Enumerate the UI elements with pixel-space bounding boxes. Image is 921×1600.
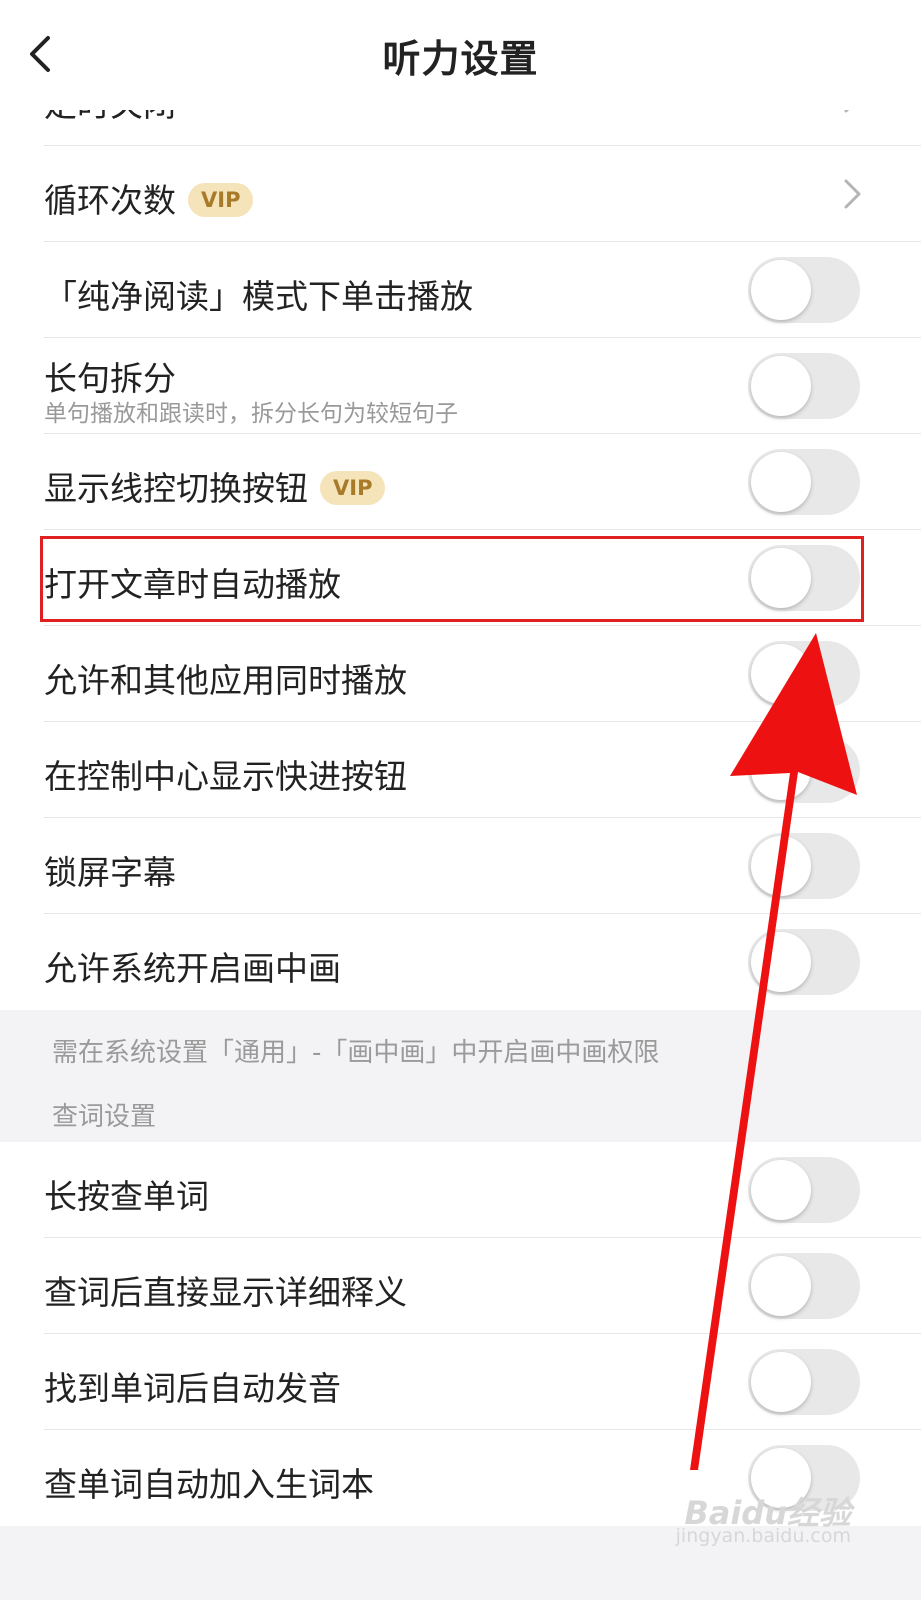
row-lockscreen-subtitles: 锁屏字幕 <box>0 818 921 914</box>
row-label: 找到单词后自动发音 <box>44 1369 341 1408</box>
row-label: 允许系统开启画中画 <box>44 949 341 988</box>
toggle-switch[interactable] <box>748 833 860 899</box>
row-label: 锁屏字幕 <box>44 853 176 892</box>
toggle-knob <box>751 452 811 512</box>
vip-badge: VIP <box>188 182 254 217</box>
row-control-center-fast-forward: 在控制中心显示快进按钮 <box>0 722 921 818</box>
toggle-switch[interactable] <box>748 1157 860 1223</box>
row-label: 在控制中心显示快进按钮 <box>44 757 407 796</box>
row-label: 查单词自动加入生词本 <box>44 1465 374 1504</box>
row-label: 循环次数 <box>44 181 176 220</box>
row-label: 「纯净阅读」模式下单击播放 <box>44 277 473 316</box>
row-label: 显示线控切换按钮 <box>44 469 308 508</box>
toggle-switch[interactable] <box>748 353 860 419</box>
row-split-long-sentence: 长句拆分 单句播放和跟读时，拆分长句为较短句子 <box>0 338 921 434</box>
toggle-knob <box>751 836 811 896</box>
toggle-knob <box>751 932 811 992</box>
section-header-lookup: 需在系统设置「通用」-「画中画」中开启画中画权限 查词设置 <box>0 1010 921 1142</box>
row-show-detailed-definition: 查词后直接显示详细释义 <box>0 1238 921 1334</box>
page-title: 听力设置 <box>382 37 539 81</box>
annotation-highlight-box <box>40 536 864 622</box>
nav-header: 听力设置 <box>0 0 921 110</box>
toggle-switch[interactable] <box>748 737 860 803</box>
toggle-knob <box>751 1256 811 1316</box>
vip-badge: VIP <box>320 470 386 505</box>
row-label: 查词后直接显示详细释义 <box>44 1273 407 1312</box>
row-allow-pip: 允许系统开启画中画 <box>0 914 921 1010</box>
toggle-switch[interactable] <box>748 449 860 515</box>
toggle-knob <box>751 356 811 416</box>
row-wire-control-switch: 显示线控切换按钮 VIP <box>0 434 921 530</box>
pip-note: 需在系统设置「通用」-「画中画」中开启画中画权限 <box>52 1038 660 1068</box>
row-pure-reading-tap-play: 「纯净阅读」模式下单击播放 <box>0 242 921 338</box>
toggle-switch[interactable] <box>748 641 860 707</box>
toggle-knob <box>751 1352 811 1412</box>
row-label: 允许和其他应用同时播放 <box>44 661 407 700</box>
row-loop-count[interactable]: 循环次数 VIP <box>0 146 921 242</box>
row-label: 长按查单词 <box>44 1177 209 1216</box>
toggle-switch[interactable] <box>748 1349 860 1415</box>
row-sublabel: 单句播放和跟读时，拆分长句为较短句子 <box>44 401 458 427</box>
row-label: 长句拆分 <box>44 359 176 398</box>
toggle-switch[interactable] <box>748 929 860 995</box>
toggle-switch[interactable] <box>748 1253 860 1319</box>
row-long-press-lookup: 长按查单词 <box>0 1142 921 1238</box>
chevron-right-icon <box>844 179 861 209</box>
toggle-knob <box>751 260 811 320</box>
toggle-knob <box>751 740 811 800</box>
row-auto-pronounce: 找到单词后自动发音 <box>0 1334 921 1430</box>
toggle-knob <box>751 1160 811 1220</box>
row-mix-with-other-apps: 允许和其他应用同时播放 <box>0 626 921 722</box>
toggle-knob <box>751 644 811 704</box>
toggle-switch[interactable] <box>748 257 860 323</box>
section-title: 查词设置 <box>52 1102 157 1132</box>
baidu-watermark-url: jingyan.baidu.com <box>675 1525 851 1547</box>
